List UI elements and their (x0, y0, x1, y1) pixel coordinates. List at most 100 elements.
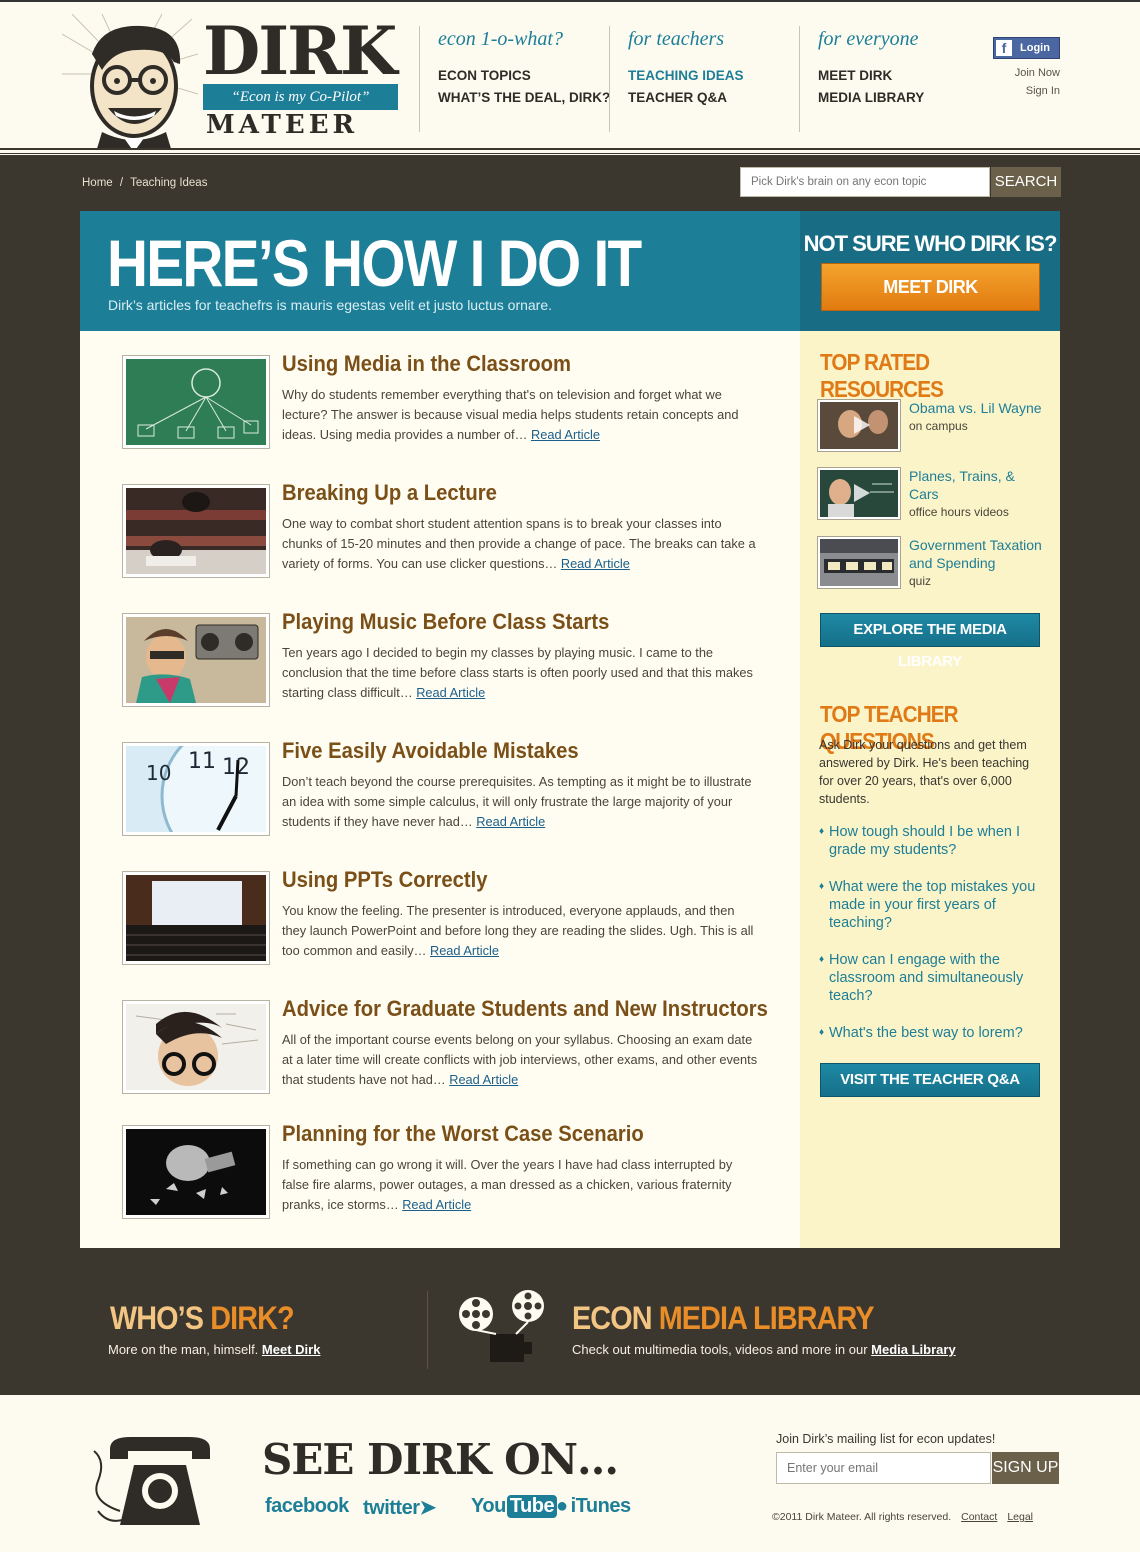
nav-heading-teachers: for teachers (628, 28, 725, 50)
email-input[interactable] (776, 1452, 991, 1484)
read-article-link[interactable]: Read Article (531, 427, 600, 442)
article-excerpt: If something can go wrong it will. Over … (282, 1155, 762, 1215)
article-title[interactable]: Using Media in the Classroom (282, 351, 571, 377)
twitter-label: twitter (363, 1497, 420, 1519)
resource-item[interactable]: Obama vs. Lil Wayne on campus (817, 399, 1047, 455)
meet-dirk-button[interactable]: MEET DIRK (821, 263, 1040, 311)
article-title[interactable]: Advice for Graduate Students and New Ins… (282, 996, 768, 1022)
resource-subtitle: office hours videos (909, 505, 1009, 519)
page-title: HERE’S HOW I DO IT (107, 226, 642, 300)
promo-divider (427, 1291, 428, 1369)
nav-link-whats-the-deal[interactable]: WHAT’S THE DEAL, DIRK? (438, 87, 610, 109)
article-thumbnail[interactable] (122, 484, 270, 578)
article-list: Using Media in the Classroom Why do stud… (80, 331, 800, 1248)
question-text[interactable]: How can I engage with the classroom and … (819, 951, 1043, 1005)
read-article-link[interactable]: Read Article (449, 1072, 518, 1087)
article-item: Breaking Up a Lecture One way to combat … (122, 480, 762, 609)
nav-link-teaching-ideas[interactable]: TEACHING IDEAS (628, 65, 744, 87)
nav-link-econ-topics[interactable]: ECON TOPICS (438, 65, 610, 87)
dirk-face-logo-icon[interactable] (61, 13, 199, 152)
meet-dirk-link[interactable]: Meet Dirk (262, 1342, 321, 1357)
article-excerpt: Don’t teach beyond the course prerequisi… (282, 772, 762, 832)
read-article-link[interactable]: Read Article (416, 685, 485, 700)
facebook-icon: f (996, 40, 1012, 56)
econ-media-library-heading: ECON MEDIA LIBRARY (572, 1300, 875, 1337)
article-title[interactable]: Planning for the Worst Case Scenario (282, 1121, 644, 1147)
article-thumbnail[interactable] (122, 613, 270, 707)
resource-title[interactable]: Government Taxation and Spending (909, 536, 1047, 572)
article-thumbnail[interactable] (122, 871, 270, 965)
search-input[interactable] (740, 167, 990, 197)
join-now-link[interactable]: Join Now (1015, 67, 1060, 79)
top-rated-heading: TOP RATED RESOURCES (820, 349, 944, 402)
facebook-login-button[interactable]: f Login (993, 37, 1060, 59)
nav-heading-econ: econ 1-o-what? (438, 28, 563, 50)
article-title[interactable]: Breaking Up a Lecture (282, 480, 497, 506)
nav-link-teacher-qa[interactable]: TEACHER Q&A (628, 87, 744, 109)
logo-name[interactable]: DIRK (203, 18, 397, 84)
article-excerpt-text: One way to combat short student attentio… (282, 516, 756, 571)
hero-banner: HERE’S HOW I DO IT Dirk’s articles for t… (80, 211, 800, 331)
article-title[interactable]: Five Easily Avoidable Mistakes (282, 738, 579, 764)
resource-title[interactable]: Obama vs. Lil Wayne (909, 399, 1047, 417)
article-title[interactable]: Using PPTs Correctly (282, 867, 487, 893)
question-text[interactable]: How tough should I be when I grade my st… (819, 823, 1043, 859)
facebook-link[interactable]: facebook (265, 1495, 349, 1518)
article-thumbnail[interactable]: 10 11 12 (122, 742, 270, 836)
youtube-link[interactable]: You Tube (471, 1495, 558, 1518)
media-library-link[interactable]: Media Library (871, 1342, 956, 1357)
bullet-icon: ♦ (819, 1027, 825, 1038)
article-thumbnail[interactable] (122, 355, 270, 449)
econ-media-library-heading-part1: ECON (572, 1300, 659, 1336)
breadcrumb-separator: / (119, 177, 124, 189)
article-excerpt-text: If something can go wrong it will. Over … (282, 1157, 733, 1212)
breadcrumb-home[interactable]: Home (82, 177, 113, 189)
question-link[interactable]: ♦ How tough should I be when I grade my s… (819, 823, 1043, 859)
bullet-icon: ♦ (819, 881, 825, 892)
nav-link-meet-dirk[interactable]: MEET DIRK (818, 65, 924, 87)
article-item: Planning for the Worst Case Scenario If … (122, 1121, 762, 1250)
contact-link[interactable]: Contact (961, 1511, 997, 1523)
itunes-label: iTunes (570, 1495, 631, 1517)
resource-thumbnail[interactable] (817, 536, 901, 589)
question-text[interactable]: What were the top mistakes you made in y… (819, 878, 1043, 932)
question-text[interactable]: What's the best way to lorem? (819, 1024, 1043, 1042)
resource-subtitle: quiz (909, 574, 932, 588)
legal-link[interactable]: Legal (1007, 1511, 1033, 1523)
resource-item[interactable]: Government Taxation and Spending quiz (817, 536, 1047, 592)
itunes-link[interactable]: ● iTunes (556, 1495, 631, 1518)
article-item: Advice for Graduate Students and New Ins… (122, 996, 768, 1125)
resource-subtitle: on campus (909, 419, 968, 433)
sign-up-button[interactable]: SIGN UP (992, 1452, 1059, 1484)
svg-text:10: 10 (146, 761, 171, 785)
media-library-text: Check out multimedia tools, videos and m… (572, 1342, 956, 1357)
twitter-link[interactable]: twitter➤ (363, 1495, 436, 1520)
search-button[interactable]: SEARCH (991, 167, 1061, 197)
question-link[interactable]: ♦ What were the top mistakes you made in … (819, 878, 1043, 932)
visit-teacher-qa-button[interactable]: VISIT THE TEACHER Q&A (820, 1063, 1040, 1097)
resource-thumbnail[interactable] (817, 467, 901, 520)
question-link[interactable]: ♦ How can I engage with the classroom and… (819, 951, 1043, 1005)
question-link[interactable]: ♦ What's the best way to lorem? (819, 1024, 1043, 1042)
article-excerpt: One way to combat short student attentio… (282, 514, 762, 574)
article-thumbnail[interactable] (122, 1125, 270, 1219)
resource-title[interactable]: Planes, Trains, & Cars (909, 467, 1047, 503)
nav-heading-everyone: for everyone (818, 28, 919, 50)
whos-dirk-heading-part1: WHO’S (110, 1300, 211, 1336)
resource-thumbnail[interactable] (817, 399, 901, 452)
read-article-link[interactable]: Read Article (402, 1197, 471, 1212)
read-article-link[interactable]: Read Article (476, 814, 545, 829)
logo-surname: MATEER (206, 110, 359, 140)
read-article-link[interactable]: Read Article (430, 943, 499, 958)
nav-link-media-library[interactable]: MEDIA LIBRARY (818, 87, 924, 109)
mailing-list-label: Join Dirk’s mailing list for econ update… (776, 1432, 996, 1446)
article-thumbnail[interactable] (122, 1000, 270, 1094)
resource-item[interactable]: Planes, Trains, & Cars office hours vide… (817, 467, 1047, 523)
promo-band: WHO’S DIRK? More on the man, himself. Me… (80, 1248, 1060, 1395)
read-article-link[interactable]: Read Article (561, 556, 630, 571)
article-title[interactable]: Playing Music Before Class Starts (282, 609, 609, 635)
article-excerpt-text: You know the feeling. The presenter is i… (282, 903, 754, 958)
sign-in-link[interactable]: Sign In (1026, 85, 1060, 97)
explore-media-library-button[interactable]: EXPLORE THE MEDIA LIBRARY (820, 613, 1040, 670)
film-projector-icon (456, 1290, 546, 1366)
